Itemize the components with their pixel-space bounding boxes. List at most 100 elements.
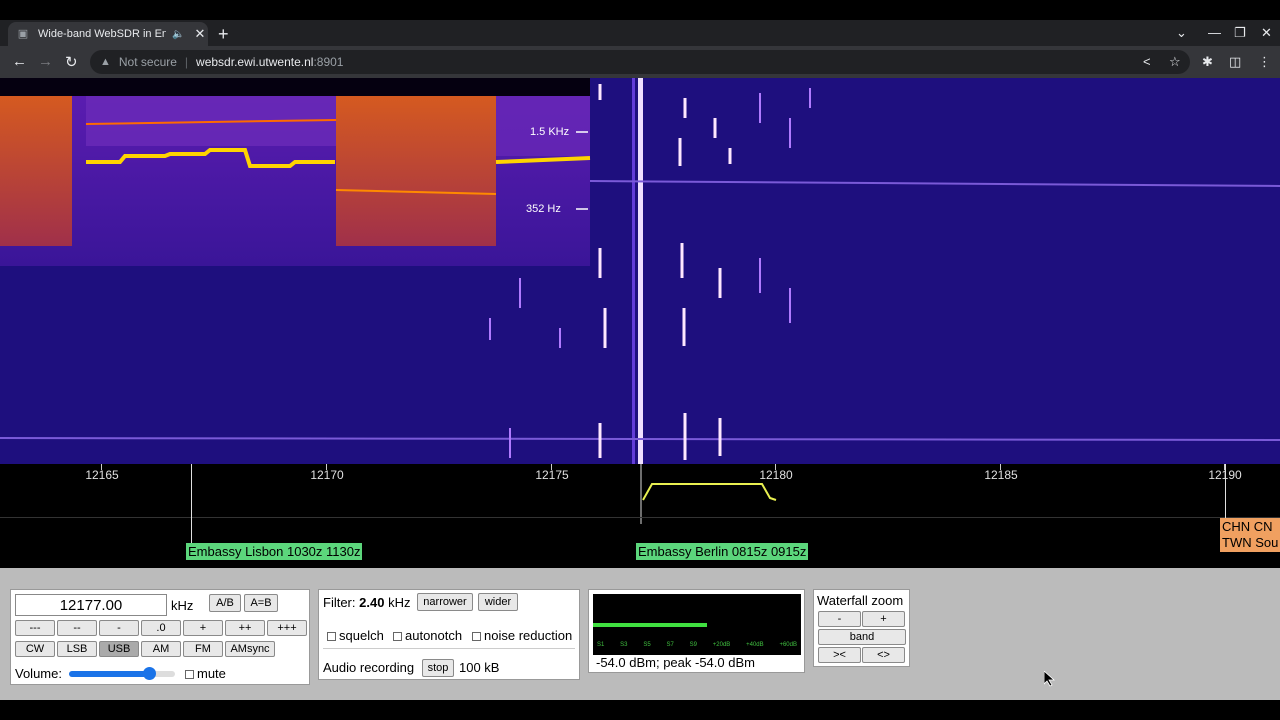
not-secure-label: Not secure: [118, 55, 177, 69]
mode-fm-button[interactable]: FM: [183, 641, 223, 657]
mute-checkbox-box[interactable]: [185, 670, 194, 680]
new-tab-icon[interactable]: +: [218, 24, 229, 45]
round-freq-button[interactable]: .0: [141, 620, 181, 636]
step-up-small-button[interactable]: +: [183, 620, 223, 636]
zoom-expand-button[interactable]: <>: [862, 647, 905, 663]
mode-cw-button[interactable]: CW: [15, 641, 55, 657]
smeter-scale-label: S3: [620, 642, 628, 648]
smeter-scale-label: +40dB: [746, 642, 764, 648]
step-down-large-button[interactable]: ---: [15, 620, 55, 636]
side-panel-icon[interactable]: ◫: [1229, 54, 1241, 70]
tab-audio-icon[interactable]: 🔈: [172, 29, 184, 40]
waterfall-zoom-title: Waterfall zoom: [817, 593, 904, 608]
warning-icon: ▲: [100, 56, 111, 68]
tab-search-icon[interactable]: ⌄: [1176, 25, 1187, 41]
mute-label: mute: [197, 666, 226, 681]
frequency-unit: kHz: [171, 598, 194, 613]
window-close-icon[interactable]: ✕: [1261, 25, 1272, 41]
zoom-shrink-button[interactable]: ><: [818, 647, 861, 663]
browser-toolbar: ← → ↻ ▲ Not secure | websdr.ewi.utwente.…: [0, 46, 1280, 78]
bookmark-star-icon[interactable]: ☆: [1169, 54, 1181, 70]
smeter-scale-label: S7: [666, 642, 674, 648]
noise-reduction-checkbox[interactable]: noise reduction: [472, 628, 572, 643]
volume-slider-fill: [69, 671, 149, 677]
squelch-checkbox[interactable]: squelch: [327, 628, 384, 643]
smeter-scale-label: S1: [597, 642, 605, 648]
station-label-lisbon[interactable]: Embassy Lisbon 1030z 1130z: [186, 543, 363, 560]
filter-label: Filter: 2.40 kHz: [323, 595, 410, 610]
websdr-favicon-icon: ▣: [17, 28, 29, 40]
reload-icon[interactable]: ↻: [65, 53, 78, 71]
smeter-scale-label: +20dB: [712, 642, 731, 648]
audio-recording-label: Audio recording: [323, 660, 415, 675]
tab-title: Wide-band WebSDR in Ensch: [38, 28, 166, 40]
filter-divider: [323, 648, 575, 649]
filter-unit: kHz: [388, 595, 411, 610]
step-up-large-button[interactable]: +++: [267, 620, 307, 636]
back-icon[interactable]: ←: [12, 53, 27, 70]
mouse-cursor-icon: [1044, 671, 1056, 687]
frequency-box: kHz A/B A=B --- -- - .0 + ++ +++ CW LSB …: [10, 589, 310, 685]
smeter-scale: S1 S3 S5 S7 S9 +20dB +40dB +60dB: [597, 642, 797, 648]
passband-indicator[interactable]: [0, 464, 1280, 524]
waterfall-image: 1.5 KHz 352 Hz: [0, 78, 1280, 464]
stop-recording-button[interactable]: stop: [422, 659, 454, 677]
mute-checkbox[interactable]: mute: [185, 666, 226, 681]
smeter-box: S1 S3 S5 S7 S9 +20dB +40dB +60dB -54.0 d…: [588, 589, 805, 673]
mode-amsync-button[interactable]: AMsync: [225, 641, 275, 657]
a-equals-b-button[interactable]: A=B: [244, 594, 278, 612]
noise-reduction-checkbox-box[interactable]: [472, 632, 481, 642]
bottom-strip: [0, 700, 1280, 720]
menu-icon[interactable]: ⋮: [1258, 54, 1271, 70]
step-down-small-button[interactable]: -: [99, 620, 139, 636]
filter-value: 2.40: [359, 595, 385, 610]
mode-usb-button[interactable]: USB: [99, 641, 139, 657]
url-separator: |: [184, 55, 189, 69]
extensions-icon[interactable]: ✱: [1202, 54, 1213, 70]
squelch-label: squelch: [339, 628, 384, 643]
smeter-scale-label: S9: [689, 642, 697, 648]
narrower-button[interactable]: narrower: [417, 593, 473, 611]
station-label-chn-line1: CHN CN: [1222, 519, 1273, 534]
station-label-chn[interactable]: CHN CN TWN Sou: [1220, 518, 1280, 552]
forward-icon[interactable]: →: [38, 53, 53, 70]
marker-352hz: 352 Hz: [526, 203, 561, 215]
frequency-scale[interactable]: 12165 12170 12175 12180 12185 12190 Emba…: [0, 464, 1280, 568]
zoom-band-button[interactable]: band: [818, 629, 906, 645]
smeter-scale-label: +60dB: [779, 642, 797, 648]
frequency-input[interactable]: [15, 594, 167, 616]
top-strip: [0, 0, 1280, 20]
url-host: websdr.ewi.utwente.nl: [196, 55, 314, 69]
recording-size: 100 kB: [459, 660, 500, 675]
minimize-icon[interactable]: —: [1208, 25, 1221, 40]
station-label-berlin[interactable]: Embassy Berlin 0815z 0915z: [636, 543, 809, 560]
waterfall-display[interactable]: 1.5 KHz 352 Hz: [0, 78, 1280, 464]
filter-label-text: Filter:: [323, 595, 356, 610]
smeter-display: S1 S3 S5 S7 S9 +20dB +40dB +60dB: [593, 594, 801, 655]
squelch-checkbox-box[interactable]: [327, 632, 336, 642]
step-down-medium-button[interactable]: --: [57, 620, 97, 636]
url-port: :8901: [313, 55, 344, 69]
zoom-in-button[interactable]: +: [862, 611, 905, 627]
smeter-level-bar: [593, 623, 708, 627]
mode-am-button[interactable]: AM: [141, 641, 181, 657]
tab-close-icon[interactable]: ✕: [194, 26, 205, 42]
ab-button[interactable]: A/B: [209, 594, 241, 612]
marker-1-5khz: 1.5 KHz: [530, 126, 569, 138]
filter-box: Filter: 2.40 kHz narrower wider squelch …: [318, 589, 580, 680]
zoom-out-button[interactable]: -: [818, 611, 861, 627]
noise-reduction-label: noise reduction: [484, 628, 573, 643]
step-up-medium-button[interactable]: ++: [225, 620, 265, 636]
volume-slider-thumb[interactable]: [142, 667, 156, 680]
volume-slider[interactable]: [69, 667, 175, 680]
volume-label: Volume:: [15, 666, 62, 681]
restore-icon[interactable]: ❐: [1234, 25, 1246, 41]
share-icon[interactable]: <: [1143, 54, 1151, 69]
station-label-chn-line2: TWN Sou: [1222, 535, 1279, 550]
address-bar[interactable]: ▲ Not secure | websdr.ewi.utwente.nl:890…: [90, 50, 1190, 74]
browser-tab[interactable]: ▣ Wide-band WebSDR in Ensch 🔈 ✕: [8, 22, 208, 46]
autonotch-checkbox[interactable]: autonotch: [393, 628, 462, 643]
mode-lsb-button[interactable]: LSB: [57, 641, 97, 657]
autonotch-checkbox-box[interactable]: [393, 632, 402, 642]
wider-button[interactable]: wider: [478, 593, 518, 611]
